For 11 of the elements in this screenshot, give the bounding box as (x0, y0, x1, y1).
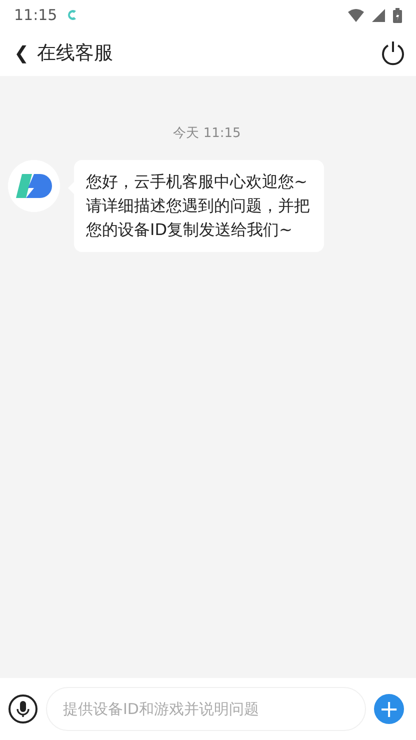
wifi-icon (348, 8, 364, 22)
battery-icon (393, 8, 402, 22)
message-bubble: 您好，云手机客服中心欢迎您~请详细描述您遇到的问题，并把您的设备ID复制发送给我们~ (74, 160, 324, 252)
microphone-icon[interactable] (8, 694, 38, 724)
power-icon[interactable] (380, 40, 406, 66)
timestamp: 今天 11:15 (173, 126, 241, 141)
page-title: 在线客服 (37, 40, 114, 66)
back-button[interactable]: ❮ (14, 40, 38, 66)
signal-icon (372, 8, 385, 22)
status-time: 11:15 (14, 4, 58, 26)
message-input-field[interactable]: 提供设备ID和游戏并说明问题 (46, 687, 366, 731)
